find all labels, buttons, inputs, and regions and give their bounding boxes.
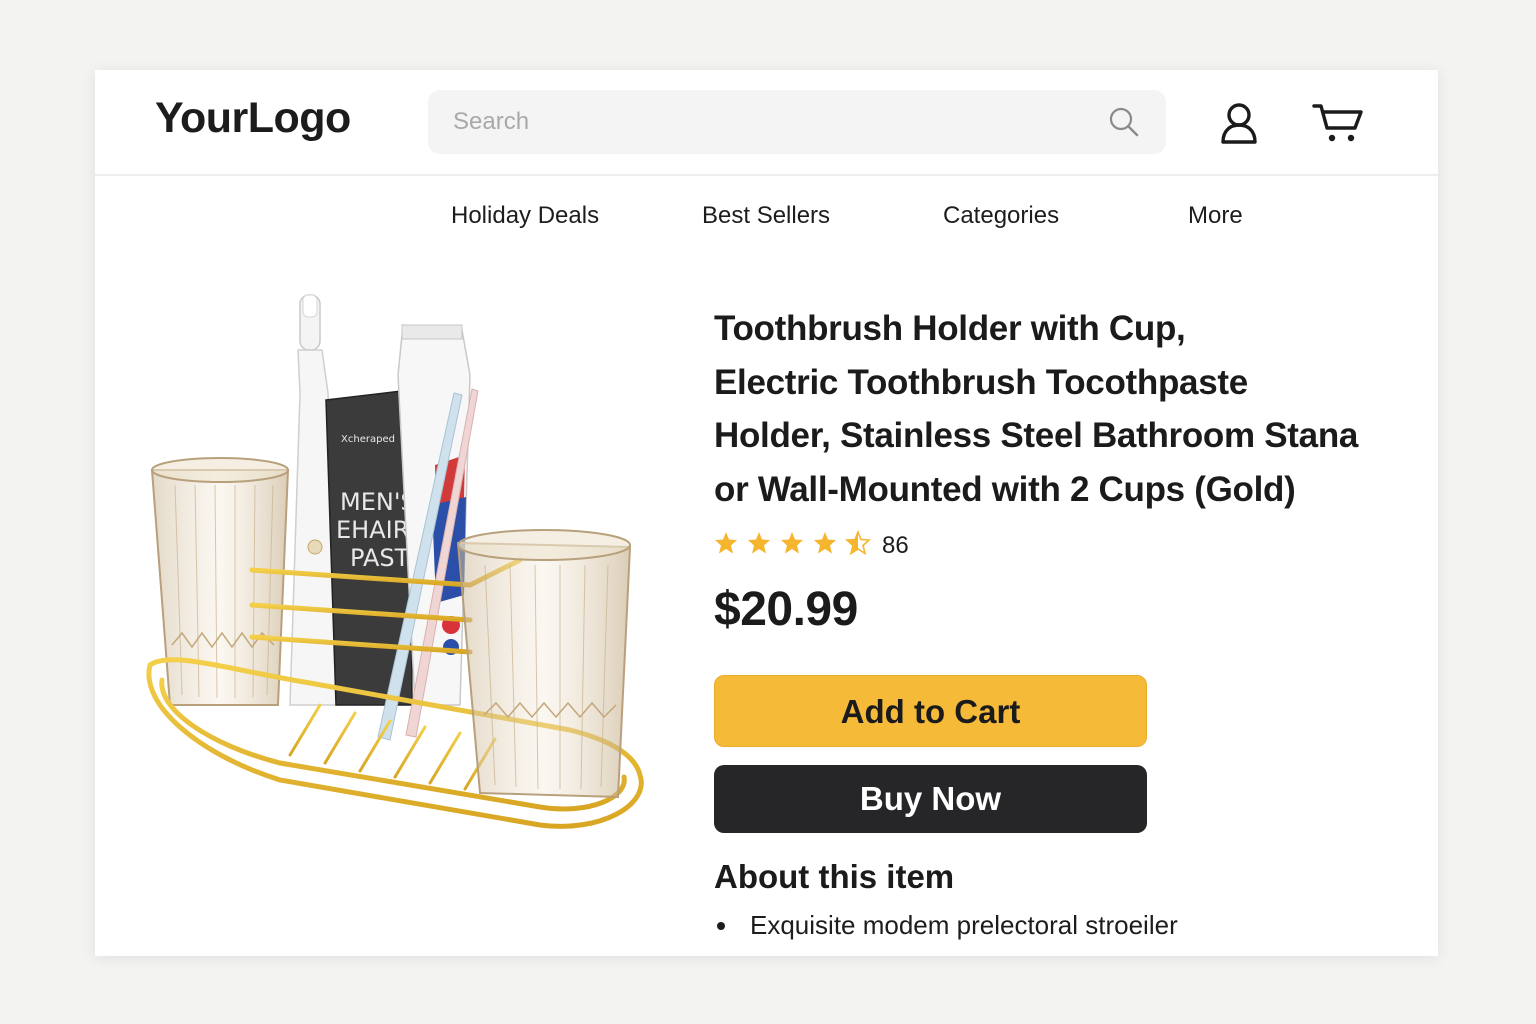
user-icon[interactable] bbox=[1219, 102, 1259, 144]
nav-item-best-sellers[interactable]: Best Sellers bbox=[702, 202, 830, 230]
product-page: YourLogo Search Holiday Deals Best Selle… bbox=[95, 70, 1438, 956]
star-full-icon bbox=[814, 532, 836, 554]
paste-brand-text: Xcheraped bbox=[341, 434, 395, 445]
right-cup bbox=[456, 529, 632, 799]
search-icon[interactable] bbox=[1108, 106, 1140, 138]
star-full-icon bbox=[748, 532, 770, 554]
nav-item-holiday-deals[interactable]: Holiday Deals bbox=[451, 202, 599, 230]
buy-now-button[interactable]: Buy Now bbox=[714, 765, 1147, 833]
search-bar[interactable]: Search bbox=[428, 90, 1166, 154]
nav-item-more[interactable]: More bbox=[1188, 202, 1243, 230]
about-bullet-item: Exquisite modem prelectoral stroeiler bbox=[714, 910, 1178, 941]
product-price: $20.99 bbox=[714, 583, 858, 636]
about-bullets: Exquisite modem prelectoral stroeiler bbox=[714, 910, 1178, 941]
search-input[interactable]: Search bbox=[453, 108, 529, 136]
star-full-icon bbox=[715, 532, 737, 554]
about-heading: About this item bbox=[714, 858, 955, 895]
cart-icon[interactable] bbox=[1312, 102, 1364, 144]
star-half-icon bbox=[846, 531, 870, 555]
review-count[interactable]: 86 bbox=[882, 532, 909, 560]
add-to-cart-button[interactable]: Add to Cart bbox=[714, 675, 1147, 747]
nav-item-categories[interactable]: Categories bbox=[943, 202, 1059, 230]
site-logo[interactable]: YourLogo bbox=[155, 94, 351, 143]
star-rating bbox=[715, 531, 870, 555]
site-header: YourLogo Search bbox=[95, 70, 1438, 176]
paste-line-3: PAST bbox=[350, 544, 410, 572]
product-title: Toothbrush Holder with Cup, Electric Too… bbox=[714, 309, 1359, 509]
product-image[interactable]: Xcheraped MEN'S EHAIRIN PAST bbox=[140, 285, 660, 845]
category-nav: Holiday Deals Best Sellers Categories Mo… bbox=[95, 196, 1438, 236]
star-full-icon bbox=[781, 532, 803, 554]
